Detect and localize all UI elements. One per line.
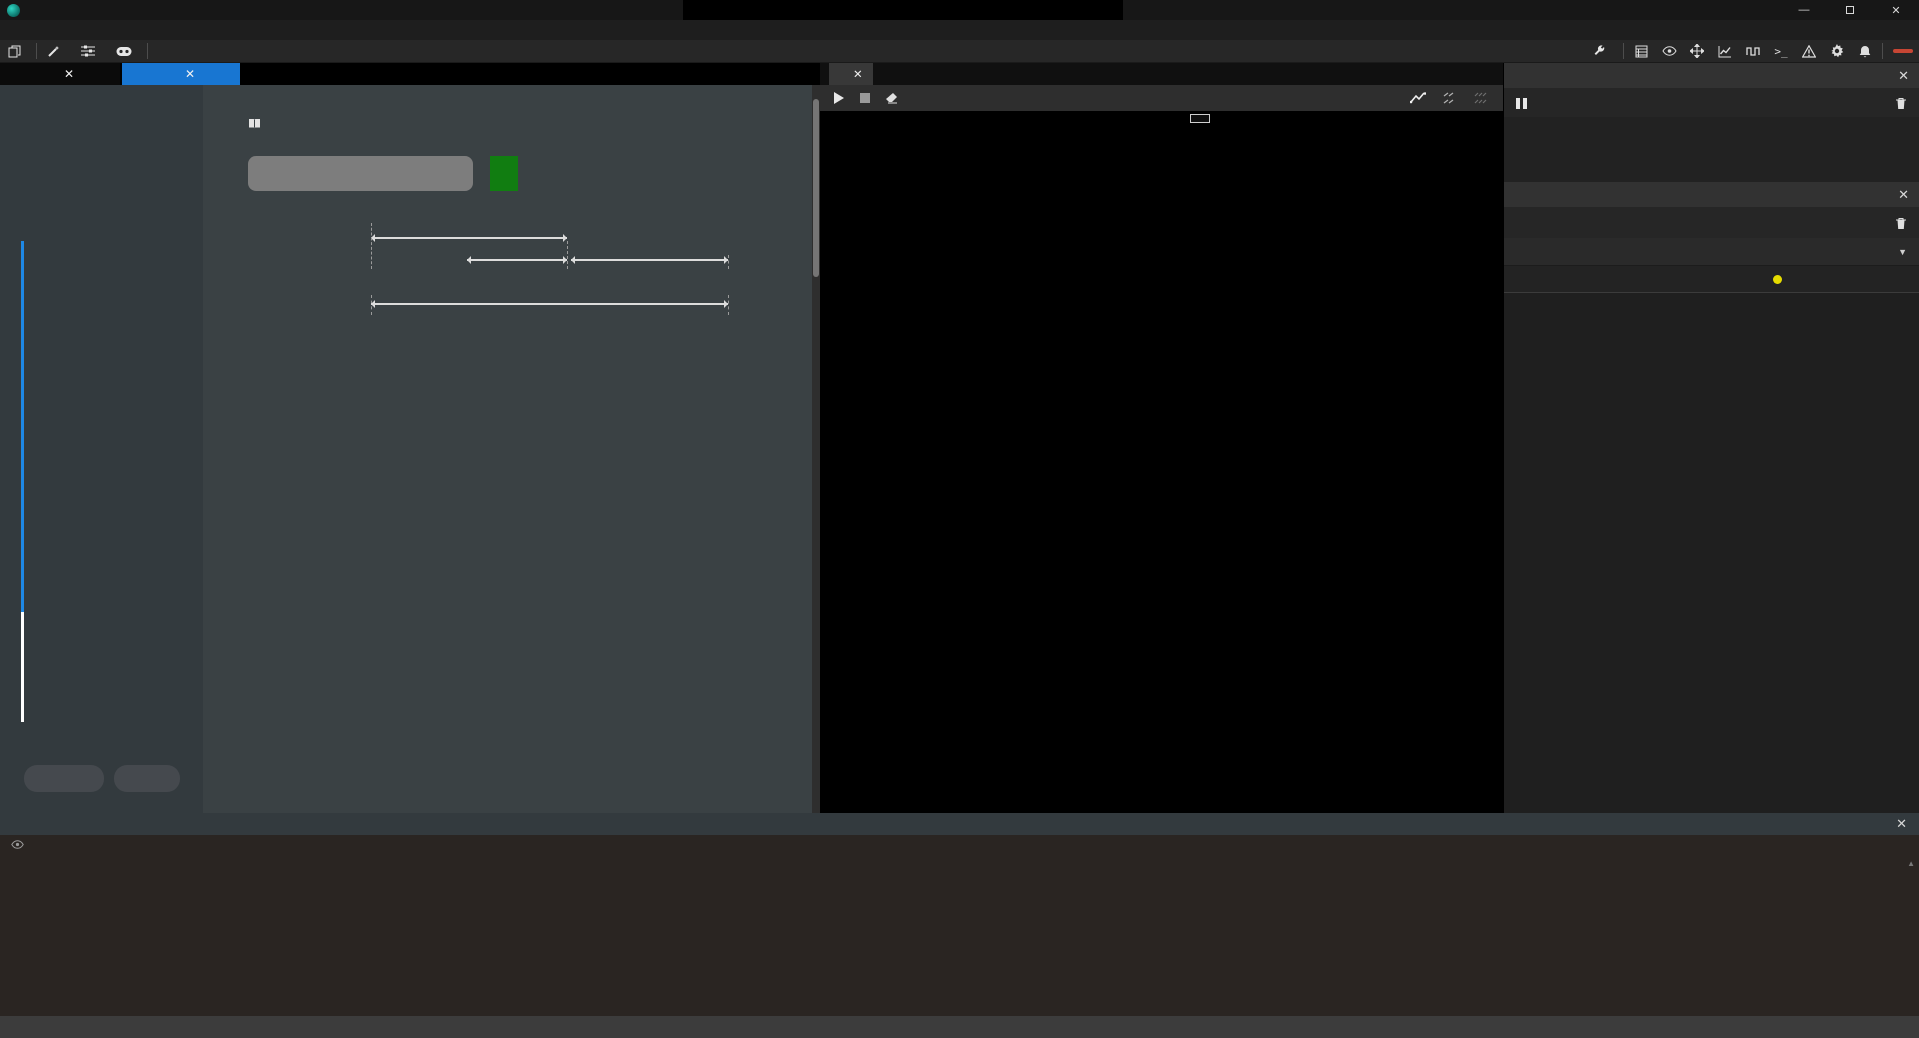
move-icon[interactable] (1684, 40, 1710, 62)
display-panel-close-icon[interactable]: ✕ (1898, 68, 1909, 84)
app-logo-icon (7, 4, 20, 17)
terminal-eye-icon[interactable] (11, 840, 24, 849)
close-button[interactable]: ✕ (1873, 0, 1919, 20)
tab-abs-encoder-close-icon[interactable]: ✕ (853, 67, 863, 81)
book-icon (248, 118, 261, 129)
terminal-scroll-up-icon[interactable]: ▲ (1907, 859, 1915, 868)
terminal-panel: ✕ ▲ (0, 813, 1919, 1038)
scope-toolbar (820, 85, 1503, 111)
stop-button[interactable] (1893, 49, 1913, 53)
tune-button[interactable] (73, 40, 108, 62)
absolute-encoder-test-button[interactable] (248, 156, 473, 191)
frame-size-arrow (371, 303, 728, 305)
table-icon[interactable] (1628, 40, 1654, 62)
position-plot-area[interactable] (820, 111, 1503, 813)
terminal-input-strip[interactable] (0, 1016, 1919, 1038)
main-toolbar: >_ (0, 40, 1919, 63)
maximize-button[interactable] (1827, 0, 1873, 20)
gamepad-icon (116, 46, 132, 57)
wrench-icon (1593, 45, 1606, 58)
wizard-button[interactable] (39, 40, 73, 62)
widgets-button[interactable] (1585, 40, 1619, 62)
chevron-down-icon: ▼ (1898, 247, 1907, 257)
axis-color-dot (1773, 275, 1782, 284)
multi-split-view-icon[interactable] (1473, 89, 1491, 107)
terminal-icon[interactable]: >_ (1768, 40, 1794, 62)
stop-icon[interactable] (856, 89, 874, 107)
wand-icon (47, 45, 60, 58)
terminal-close-icon[interactable]: ✕ (1896, 816, 1907, 832)
frame-bits-diagram (251, 211, 733, 321)
workspace-button[interactable] (0, 40, 34, 62)
wave-icon[interactable] (1740, 40, 1766, 62)
chart-tooltip (1190, 114, 1210, 123)
tab-wizard-close-icon[interactable]: ✕ (185, 67, 195, 81)
scope-tabstrip: ✕ (820, 63, 1503, 85)
control-trash-icon[interactable] (1895, 217, 1907, 230)
pause-icon[interactable] (1516, 98, 1527, 109)
eraser-icon[interactable] (882, 89, 900, 107)
tab-welcome-close-icon[interactable]: ✕ (64, 67, 74, 81)
feedback-test-pass-badge (490, 156, 518, 191)
timeline-completed-line (21, 241, 24, 612)
position-start-bits-arrow (571, 259, 728, 261)
previous-button[interactable] (24, 765, 104, 792)
tab-wizard[interactable]: ✕ (122, 63, 240, 85)
document-tabstrip: ✕ ✕ (0, 63, 820, 85)
signal-line-icon[interactable] (1409, 89, 1427, 107)
next-button[interactable] (114, 765, 180, 792)
wizard-step-sidebar (0, 85, 203, 813)
gear-icon[interactable] (1824, 40, 1850, 62)
titlebar-artifact (683, 0, 1123, 20)
motionlab-window: — ✕ (0, 0, 1919, 1038)
split-view-icon[interactable] (1441, 89, 1459, 107)
position-bits-arrow (371, 237, 567, 239)
workspace-icon (8, 45, 21, 58)
control-panel-close-icon[interactable]: ✕ (1898, 187, 1909, 203)
sliders-icon (81, 45, 95, 57)
tab-abs-encoder-1[interactable]: ✕ (829, 63, 873, 85)
control-table-header (1504, 266, 1919, 293)
play-icon[interactable] (830, 89, 848, 107)
terminal-body[interactable]: ▲ (0, 835, 1919, 1016)
single-turn-bits-arrow (467, 259, 567, 261)
bell-icon[interactable] (1852, 40, 1878, 62)
content-scrollbar[interactable] (812, 85, 820, 813)
eye-icon[interactable] (1656, 40, 1682, 62)
timeline-pending-line (21, 612, 24, 722)
device-selector[interactable]: ▼ (1504, 238, 1919, 266)
control-panel: ✕ ▼ (1504, 182, 1919, 813)
info-line (248, 112, 753, 133)
chart-icon[interactable] (1712, 40, 1738, 62)
wizard-page-content (203, 85, 812, 813)
content-scrollbar-thumb[interactable] (813, 99, 819, 277)
minimize-button[interactable]: — (1781, 0, 1827, 20)
warning-icon[interactable] (1796, 40, 1822, 62)
display-table (1504, 117, 1919, 182)
display-panel: ✕ (1504, 63, 1919, 182)
menubar (0, 20, 1919, 40)
tab-welcome[interactable]: ✕ (0, 63, 120, 85)
titlebar: — ✕ (0, 0, 1919, 20)
position-chart (820, 111, 1503, 813)
jog-button[interactable] (108, 40, 145, 62)
display-trash-icon[interactable] (1895, 97, 1907, 110)
